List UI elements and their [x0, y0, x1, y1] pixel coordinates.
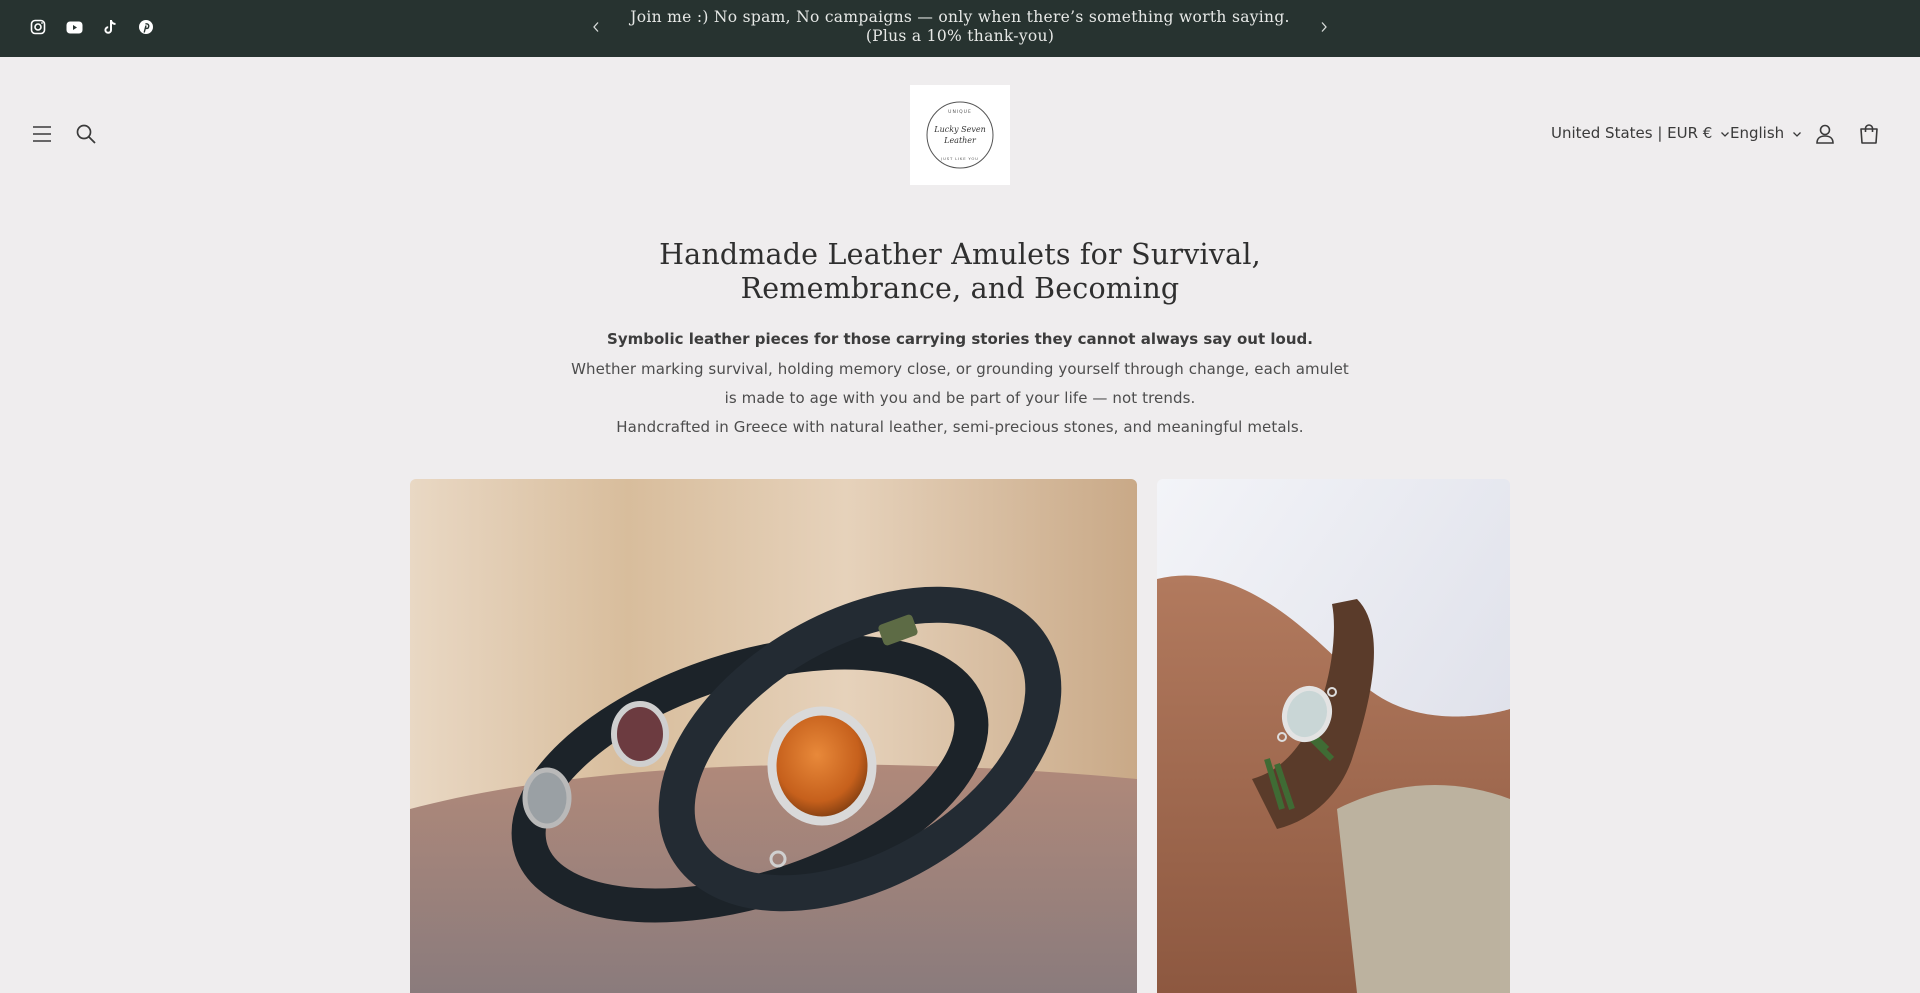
logo-top-text: UNIQUE	[948, 109, 972, 115]
hero-origin-line: Handcrafted in Greece with natural leath…	[616, 418, 1304, 436]
logo-bottom-text: JUST LIKE YOU	[940, 156, 978, 161]
logo-script-line2: Leather	[943, 136, 977, 145]
chevron-down-icon	[1792, 124, 1802, 142]
pinterest-icon[interactable]	[136, 17, 156, 37]
chevron-right-icon[interactable]	[1312, 15, 1336, 39]
country-selector[interactable]: United States | EUR €	[1551, 124, 1730, 142]
language-label: English	[1730, 124, 1785, 142]
product-image-wrist[interactable]	[1157, 479, 1510, 993]
logo-script-line1: Lucky Seven	[933, 125, 985, 134]
tiktok-icon[interactable]	[100, 17, 120, 37]
search-icon[interactable]	[72, 120, 100, 148]
country-label: United States | EUR €	[1551, 124, 1713, 142]
announcement-bar: Join me :) No spam, No campaigns — only …	[0, 0, 1920, 57]
social-links	[28, 17, 156, 37]
cart-icon[interactable]	[1855, 120, 1883, 148]
account-icon[interactable]	[1811, 120, 1839, 148]
language-selector[interactable]: English	[1730, 124, 1802, 142]
chevron-down-icon	[1720, 124, 1730, 142]
hero-lead: Symbolic leather pieces for those carryi…	[607, 330, 1313, 348]
site-header: UNIQUE Lucky Seven Leather JUST LIKE YOU…	[0, 57, 1920, 212]
logo[interactable]: UNIQUE Lucky Seven Leather JUST LIKE YOU	[910, 85, 1010, 185]
announcement-message: Join me :) No spam, No campaigns — only …	[630, 8, 1290, 45]
chevron-left-icon[interactable]	[584, 15, 608, 39]
product-image-bracelets[interactable]	[410, 479, 1137, 993]
hero-body-paragraph: Whether marking survival, holding memory…	[571, 360, 1349, 407]
page-title: Handmade Leather Amulets for Survival, R…	[659, 238, 1261, 305]
hero-section: Handmade Leather Amulets for Survival, R…	[460, 238, 1460, 442]
menu-icon[interactable]	[28, 120, 56, 148]
youtube-icon[interactable]	[64, 17, 84, 37]
instagram-icon[interactable]	[28, 17, 48, 37]
